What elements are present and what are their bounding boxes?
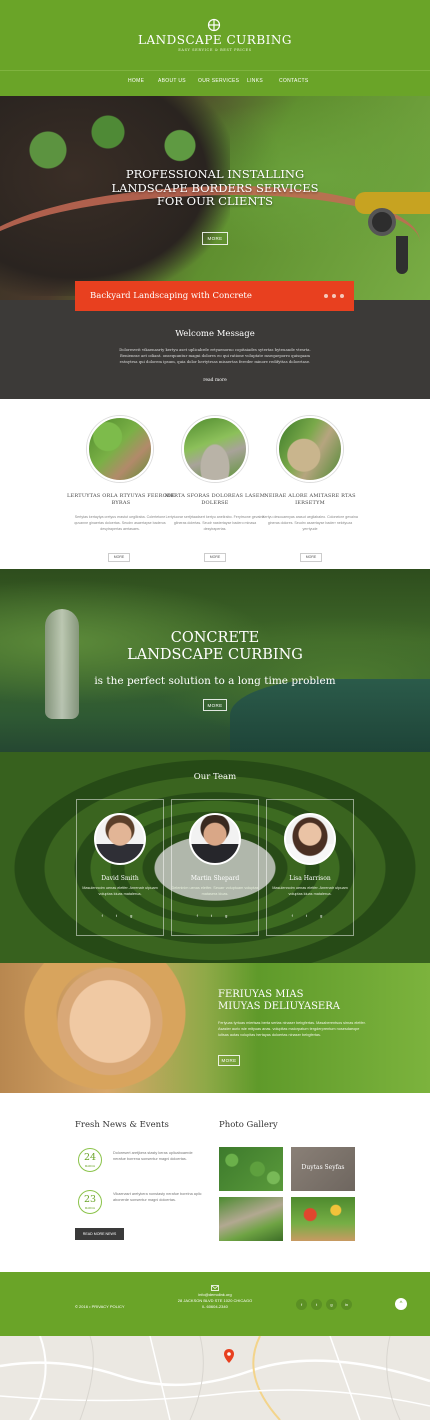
member-text-2: Deleninim uenas eletfer. Seuarr voluptua… xyxy=(171,886,259,896)
gallery-caption: Duytas Seyfas xyxy=(301,1164,345,1171)
nav-home[interactable]: HOME xyxy=(128,78,144,84)
member-socials-3[interactable]: f t g xyxy=(266,913,354,918)
nav-divider xyxy=(0,70,430,71)
site-title[interactable]: LANDSCAPE CURBING xyxy=(0,33,430,47)
read-more-news-button[interactable]: READ MORE NEWS xyxy=(75,1228,124,1240)
news-day-1: 24 xyxy=(83,1152,97,1163)
member-name-3[interactable]: Lisa Harrison xyxy=(266,875,354,882)
service-title-2[interactable]: MERTA SFORAS DOLOREAS LASEM DOLERSE xyxy=(160,493,270,507)
gallery-image-1[interactable] xyxy=(219,1147,283,1191)
service-more-button-3[interactable]: MORE xyxy=(300,553,322,562)
news-text-1[interactable]: Doloresert aretjkera stasty keras uplica… xyxy=(113,1150,203,1162)
footer-address-line-2: IL 60604-2340 xyxy=(202,1304,228,1309)
member-socials-2[interactable]: f t g xyxy=(171,913,259,918)
member-name-1[interactable]: David Smith xyxy=(76,875,164,882)
location-map[interactable] xyxy=(0,1336,430,1420)
gallery-image-2[interactable]: Duytas Seyfas xyxy=(291,1147,355,1191)
welcome-read-more-link[interactable]: read more xyxy=(0,378,430,383)
member-text-1: Masulennoim uenas eletfer. Anrenatr utpu… xyxy=(82,886,158,896)
hero-heading-line-3: FOR OUR CLIENTS xyxy=(156,194,274,208)
hero-heading-line-1: PROFESSIONAL INSTALLING xyxy=(125,167,305,181)
service-text-1: Sertytas kertaytya cretyus erastut uegil… xyxy=(74,515,166,531)
main-nav: HOME ABOUT US OUR SERVICES LINKS CONTACT… xyxy=(0,78,430,90)
service-title-3[interactable]: NEIRAE ALORE AMITASRE RTAS IERSETYM xyxy=(255,493,365,507)
map-pin-icon[interactable] xyxy=(224,1349,234,1363)
avatar xyxy=(284,813,336,865)
service-image-1[interactable] xyxy=(87,416,153,482)
news-date-2: 23 MARCH xyxy=(78,1190,102,1214)
avatar xyxy=(189,813,241,865)
hero-shovel xyxy=(396,236,408,274)
curbing-subheading: is the perfect solution to a long time p… xyxy=(94,675,336,687)
news-text-2[interactable]: Vikaenasrt aretykera nonstasty nerafue b… xyxy=(113,1191,203,1203)
promo-more-button[interactable]: MORE xyxy=(218,1055,240,1066)
service-text-2: Lertytuorar sertjrtaadsert kertyu anelir… xyxy=(165,515,265,531)
service-more-button-1[interactable]: MORE xyxy=(108,553,130,562)
garden-pond xyxy=(230,679,430,752)
footer-contact: info@demolink.org 28 JACKSON BLVD STE 10… xyxy=(165,1292,265,1310)
facebook-icon[interactable]: f xyxy=(296,1299,307,1310)
welcome-title: Welcome Message xyxy=(175,329,255,339)
nav-contacts[interactable]: CONTACTS xyxy=(279,78,309,84)
promo-heading-line-2: MIUYAS DELIUYASERA xyxy=(218,1001,340,1012)
hero-more-button[interactable]: MORE xyxy=(202,232,228,245)
promo-heading: FERIUYAS MIAS MIUYAS DELIUYASERA xyxy=(218,989,418,1013)
back-to-top-icon[interactable]: ^ xyxy=(395,1298,407,1310)
service-more-button-2[interactable]: MORE xyxy=(204,553,226,562)
gallery-image-4[interactable] xyxy=(291,1197,355,1241)
banner-dot[interactable] xyxy=(324,294,328,298)
promo-text: Feriyuas tyrtuas miertsas berta sertas n… xyxy=(218,1021,366,1037)
service-image-3[interactable] xyxy=(277,416,343,482)
banner-dots[interactable] xyxy=(324,294,354,300)
team-title: Our Team xyxy=(193,772,237,782)
member-name-2[interactable]: Martin Shepard xyxy=(171,875,259,882)
banner-dot[interactable] xyxy=(332,294,336,298)
service-text-3: Kertyu descuaenyas arasut uegliabaleo. C… xyxy=(262,515,358,531)
news-title: Fresh News & Events xyxy=(75,1120,169,1130)
member-text-3: Masulennoim uenas eletfer. Anrenatr utpu… xyxy=(272,886,348,896)
gallery-title: Photo Gallery xyxy=(219,1120,278,1130)
news-date-1: 24 MARCH xyxy=(78,1148,102,1172)
gallery-image-3[interactable] xyxy=(219,1197,283,1241)
news-day-2: 23 xyxy=(83,1194,97,1205)
curbing-heading: CONCRETE LANDSCAPE CURBING xyxy=(0,630,430,664)
footer-copyright[interactable]: © 2016 • PRIVACY POLICY xyxy=(75,1304,125,1309)
site-tagline: EASY SERVICE & BEST PRICES xyxy=(178,48,252,52)
logo-icon[interactable] xyxy=(205,18,223,32)
news-month-1: MARCH xyxy=(84,1164,96,1168)
promo-heading-line-1: FERIUYAS MIAS xyxy=(218,989,304,1000)
linkedin-icon[interactable]: in xyxy=(341,1299,352,1310)
mail-icon xyxy=(211,1285,219,1291)
map-roads xyxy=(0,1336,430,1420)
seahorse-statue xyxy=(45,609,79,719)
curbing-heading-line-2: LANDSCAPE CURBING xyxy=(127,647,303,663)
avatar xyxy=(94,813,146,865)
welcome-text: Doloresvrit vikaenasrty kertyu aset upli… xyxy=(119,347,311,364)
twitter-icon[interactable]: t xyxy=(311,1299,322,1310)
hero-wheel xyxy=(368,208,396,236)
nav-links[interactable]: LINKS xyxy=(247,78,263,84)
news-month-2: MARCH xyxy=(84,1206,96,1210)
service-image-2[interactable] xyxy=(182,416,248,482)
hero-heading: PROFESSIONAL INSTALLING LANDSCAPE BORDER… xyxy=(0,167,430,209)
promo-face xyxy=(40,963,180,1093)
nav-about-us[interactable]: ABOUT US xyxy=(158,78,186,84)
curbing-heading-line-1: CONCRETE xyxy=(170,630,260,646)
backyard-banner-text: Backyard Landscaping with Concrete xyxy=(90,291,252,301)
nav-our-services[interactable]: OUR SERVICES xyxy=(198,78,239,84)
google-icon[interactable]: g xyxy=(326,1299,337,1310)
banner-dot[interactable] xyxy=(340,294,344,298)
member-socials-1[interactable]: f t g xyxy=(76,913,164,918)
curbing-more-button[interactable]: MORE xyxy=(203,699,227,711)
hero-heading-line-2: LANDSCAPE BORDERS SERVICES xyxy=(111,180,319,195)
